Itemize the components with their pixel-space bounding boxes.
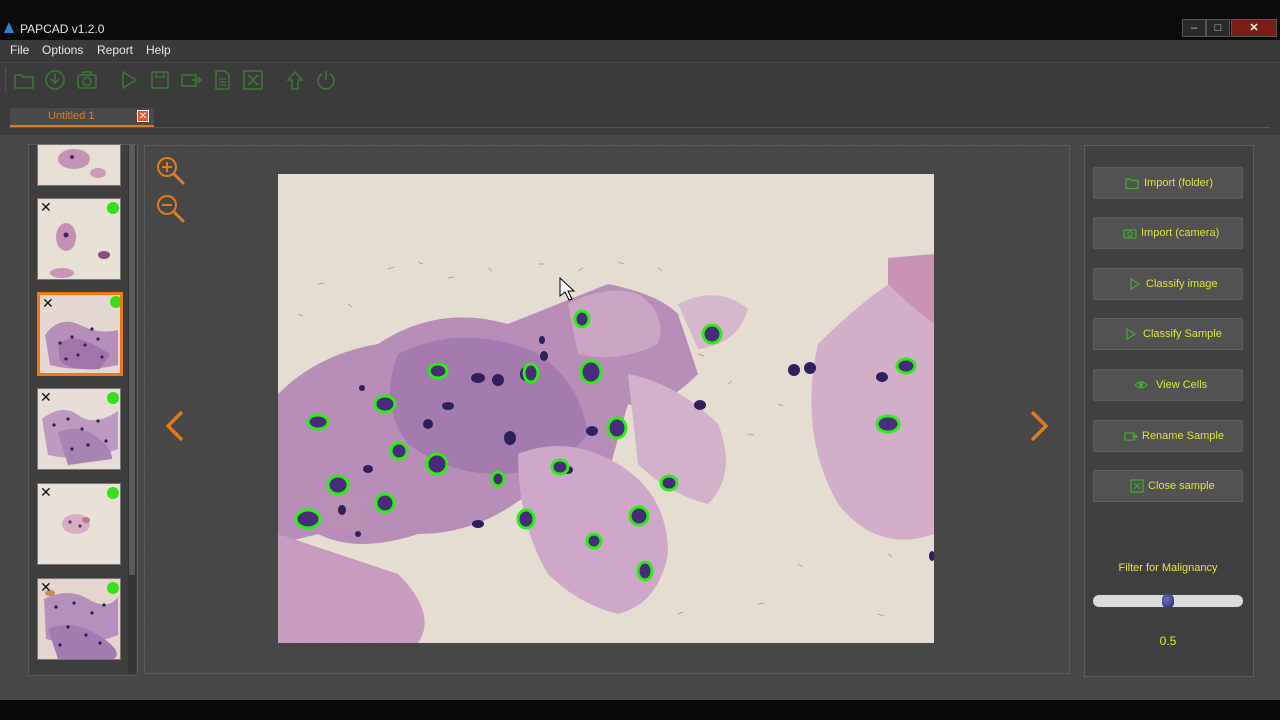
close-box-icon	[1130, 479, 1144, 493]
thumbnail-close-icon[interactable]: ✕	[40, 390, 52, 404]
thumbnail-3-selected[interactable]: ✕	[37, 292, 123, 376]
play-icon	[1126, 327, 1137, 341]
power-icon[interactable]	[315, 69, 337, 91]
bottom-bar	[0, 700, 1280, 720]
thumbnail-scrollbar[interactable]	[128, 145, 136, 673]
zoom-in-icon[interactable]	[154, 154, 186, 186]
view-cells-button[interactable]: View Cells	[1093, 369, 1243, 401]
menu-help[interactable]: Help	[146, 43, 171, 57]
import-camera-button[interactable]: Import (camera)	[1093, 217, 1243, 249]
previous-image-icon[interactable]	[162, 408, 188, 444]
document-icon[interactable]	[211, 69, 233, 91]
download-icon[interactable]	[44, 69, 66, 91]
play-icon[interactable]	[118, 69, 140, 91]
close-file-icon[interactable]	[242, 69, 264, 91]
save-icon[interactable]	[149, 69, 171, 91]
thumbnail-close-icon[interactable]: ✕	[40, 580, 52, 594]
thumbnail-2[interactable]: ✕	[37, 198, 121, 280]
slider-handle[interactable]	[1162, 594, 1174, 608]
menu-options[interactable]: Options	[42, 43, 83, 57]
tab-untitled-1[interactable]: Untitled 1 ✕	[10, 108, 154, 127]
tab-divider	[10, 127, 1270, 128]
zoom-out-icon[interactable]	[154, 192, 186, 224]
thumbnail-1[interactable]	[37, 144, 121, 186]
export-icon[interactable]	[180, 69, 202, 91]
status-dot	[107, 582, 119, 594]
import-camera-label: Import (camera)	[1141, 227, 1220, 239]
next-image-icon[interactable]	[1026, 408, 1052, 444]
play-icon	[1130, 277, 1141, 291]
microscope-image[interactable]	[278, 174, 934, 643]
folder-icon	[1125, 178, 1139, 190]
status-dot	[107, 392, 119, 404]
tab-strip	[0, 97, 1280, 135]
eye-icon	[1134, 381, 1148, 389]
classify-image-button[interactable]: Classify image	[1093, 268, 1243, 300]
close-sample-label: Close sample	[1148, 480, 1215, 492]
window-title: PAPCAD v1.2.0	[20, 22, 105, 36]
filter-label: Filter for Malignancy	[1118, 562, 1218, 574]
tab-close-icon[interactable]: ✕	[137, 110, 149, 122]
rename-sample-label: Rename Sample	[1142, 430, 1224, 442]
status-dot	[107, 487, 119, 499]
thumbnail-5[interactable]: ✕	[37, 483, 121, 565]
classify-image-label: Classify image	[1146, 278, 1218, 290]
close-window-button[interactable]: ✕	[1231, 19, 1277, 37]
title-bar: PAPCAD v1.2.0 – □ ✕	[0, 0, 1280, 40]
filter-value: 0.5	[1159, 634, 1177, 648]
maximize-button[interactable]: □	[1206, 19, 1230, 37]
classify-sample-button[interactable]: Classify Sample	[1093, 318, 1243, 350]
thumbnail-4[interactable]: ✕	[37, 388, 121, 470]
menu-report[interactable]: Report	[97, 43, 133, 57]
upload-icon[interactable]	[284, 69, 306, 91]
menu-file[interactable]: File	[10, 43, 29, 57]
app-icon	[4, 22, 14, 33]
camera-icon	[1123, 229, 1137, 239]
classify-sample-label: Classify Sample	[1143, 328, 1222, 340]
camera-icon[interactable]	[76, 69, 98, 91]
rename-icon	[1124, 432, 1138, 441]
view-cells-label: View Cells	[1156, 379, 1208, 391]
import-folder-button[interactable]: Import (folder)	[1093, 167, 1243, 199]
thumbnail-close-icon[interactable]: ✕	[40, 200, 52, 214]
rename-sample-button[interactable]: Rename Sample	[1093, 420, 1243, 452]
thumbnail-6[interactable]: ✕	[37, 578, 121, 660]
toolbar	[0, 63, 1280, 97]
scrollbar-thumb[interactable]	[129, 145, 135, 575]
close-sample-button[interactable]: Close sample	[1093, 470, 1243, 502]
status-dot	[110, 296, 120, 308]
menu-bar: File Options Report Help	[0, 40, 1280, 63]
thumbnail-image	[38, 145, 120, 185]
import-folder-label: Import (folder)	[1144, 177, 1214, 189]
status-dot	[107, 202, 119, 214]
minimize-button[interactable]: –	[1182, 19, 1206, 37]
thumbnail-close-icon[interactable]: ✕	[42, 296, 54, 310]
open-folder-icon[interactable]	[13, 69, 35, 91]
thumbnail-close-icon[interactable]: ✕	[40, 485, 52, 499]
tab-label: Untitled 1	[48, 110, 95, 122]
toolbar-grip	[5, 68, 9, 92]
